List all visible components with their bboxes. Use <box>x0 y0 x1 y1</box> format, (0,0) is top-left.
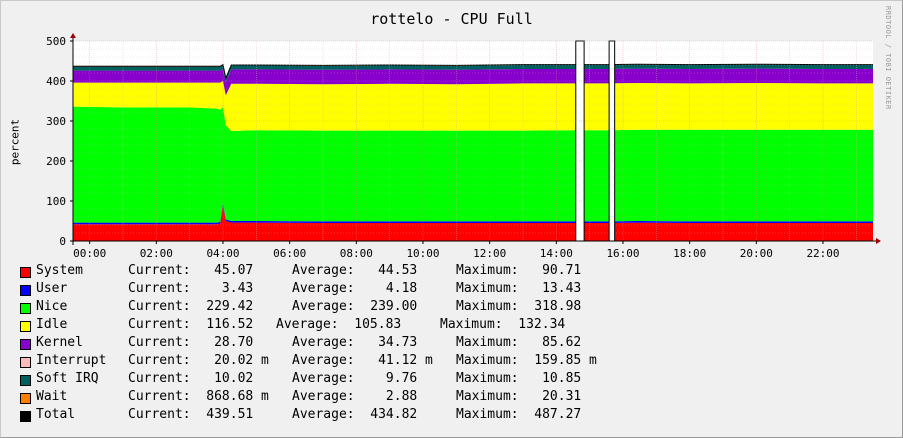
legend-swatch <box>20 411 31 422</box>
legend-maximum: Maximum: 10.85 <box>456 371 582 386</box>
legend-average: Average: 9.76 <box>292 371 418 386</box>
legend-series-name: User <box>36 281 68 296</box>
legend-swatch <box>20 267 31 278</box>
legend-series-name: Wait <box>36 389 68 404</box>
y-axis-arrow <box>70 33 76 38</box>
legend-average: Average: 44.53 <box>292 263 418 278</box>
y-tick-label: 0 <box>59 235 66 248</box>
legend-current: Current: 868.68 m <box>128 389 269 404</box>
legend-swatch <box>20 303 31 314</box>
legend-series-name: System <box>36 263 83 278</box>
x-tick-label: 18:00 <box>673 247 706 260</box>
legend-current: Current: 10.02 <box>128 371 254 386</box>
legend-current: Current: 20.02 m <box>128 353 269 368</box>
legend-maximum: Maximum: 90.71 <box>456 263 582 278</box>
legend-maximum: Maximum: 13.43 <box>456 281 582 296</box>
legend-maximum: Maximum: 132.34 <box>440 317 566 332</box>
legend-maximum: Maximum: 20.31 <box>456 389 582 404</box>
legend-average: Average: 434.82 <box>292 407 418 422</box>
legend-series-name: Nice <box>36 299 68 314</box>
x-tick-label: 12:00 <box>473 247 506 260</box>
legend-maximum: Maximum: 159.85 m <box>456 353 597 368</box>
legend-swatch <box>20 321 31 332</box>
legend-series-name: Interrupt <box>36 353 107 368</box>
legend-average: Average: 34.73 <box>292 335 418 350</box>
legend-series-name: Soft IRQ <box>36 371 99 386</box>
legend-swatch <box>20 339 31 350</box>
legend-average: Average: 4.18 <box>292 281 418 296</box>
x-tick-label: 10:00 <box>406 247 439 260</box>
legend-current: Current: 116.52 <box>128 317 254 332</box>
x-tick-label: 04:00 <box>206 247 239 260</box>
x-tick-label: 20:00 <box>740 247 773 260</box>
x-tick-label: 00:00 <box>73 247 106 260</box>
legend-series-name: Idle <box>36 317 68 332</box>
legend-maximum: Maximum: 318.98 <box>456 299 582 314</box>
legend-maximum: Maximum: 85.62 <box>456 335 582 350</box>
y-tick-label: 200 <box>46 155 66 168</box>
x-tick-label: 08:00 <box>340 247 373 260</box>
x-tick-label: 22:00 <box>806 247 839 260</box>
data-gap-2 <box>608 40 616 242</box>
legend-current: Current: 28.70 <box>128 335 254 350</box>
legend-average: Average: 41.12 m <box>292 353 433 368</box>
x-tick-label: 06:00 <box>273 247 306 260</box>
legend-series-name: Total <box>36 407 76 422</box>
x-axis-arrow <box>876 238 881 244</box>
y-tick-label: 300 <box>46 115 66 128</box>
legend-current: Current: 229.42 <box>128 299 254 314</box>
legend-swatch <box>20 357 31 368</box>
legend-average: Average: 2.88 <box>292 389 418 404</box>
legend-current: Current: 45.07 <box>128 263 254 278</box>
legend-swatch <box>20 285 31 296</box>
y-tick-label: 400 <box>46 75 66 88</box>
legend-average: Average: 239.00 <box>292 299 418 314</box>
x-tick-label: 02:00 <box>140 247 173 260</box>
legend-current: Current: 439.51 <box>128 407 254 422</box>
legend-average: Average: 105.83 <box>276 317 402 332</box>
x-tick-label: 14:00 <box>540 247 573 260</box>
y-tick-label: 100 <box>46 195 66 208</box>
legend-series-name: Kernel <box>36 335 83 350</box>
x-tick-label: 16:00 <box>606 247 639 260</box>
legend-swatch <box>20 393 31 404</box>
legend-maximum: Maximum: 487.27 <box>456 407 582 422</box>
legend-current: Current: 3.43 <box>128 281 254 296</box>
legend-swatch <box>20 375 31 386</box>
y-tick-label: 500 <box>46 35 66 48</box>
data-gap-1 <box>575 40 585 242</box>
